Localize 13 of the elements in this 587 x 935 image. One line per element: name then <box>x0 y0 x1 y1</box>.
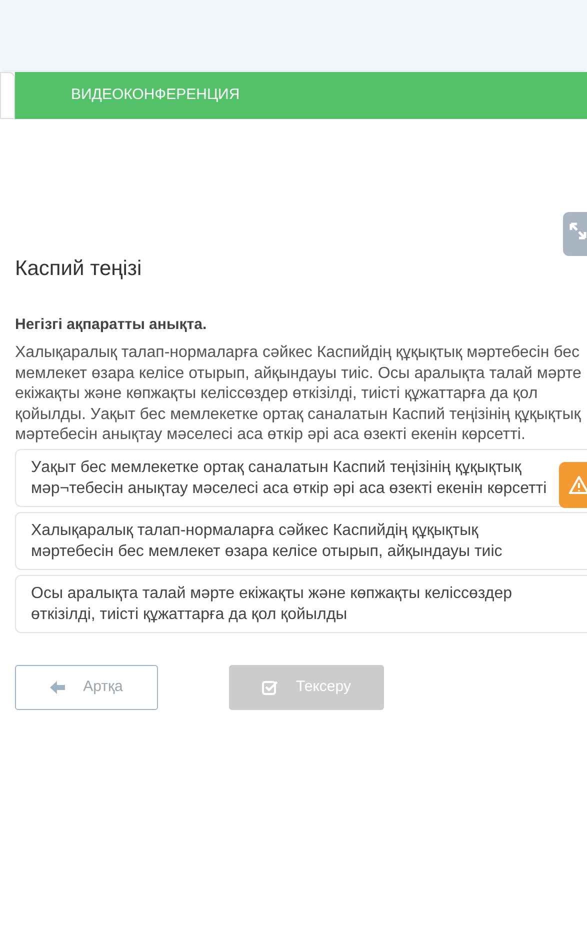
expand-icon <box>569 222 587 240</box>
passage-text: Халықаралық талап-нормаларға сәйкес Каспийдің құқықтық мәртебесін бес мемлекет өзара келісе отырып, айқындауы тиіс. Осы аралықта талай мәрте екіжақты және көпжақты келіссөздер өткізілді, тиісті құжаттарға да қол қойылды. Уақыт бес мемлекетке ортақ саналатын Каспий теңізінің құқықтық мәртебесін анықтау мәселесі аса өткір әрі аса өзекті екенін көрсетті. <box>15 343 582 445</box>
expand-button[interactable] <box>563 212 587 256</box>
arrow-left-icon <box>50 680 66 694</box>
page-title: Каспий теңізі <box>15 256 143 282</box>
tab[interactable] <box>0 72 15 119</box>
answer-option[interactable]: Халықаралық талап-нормаларға сәйкес Каспийдің құқықтық мәртебесін бес мемлекет өзара келісе отырып, айқындауы тиіс <box>15 512 587 570</box>
answer-option[interactable]: Уақыт бес мемлекетке ортақ саналатын Каспий теңізінің құқықтық мәр¬тебесін анықтау мәселесі аса өткір әрі аса өзекті екенін көрсетті <box>15 448 587 506</box>
answer-option[interactable]: Осы аралықта талай мәрте екіжақты және көпжақты келіссөздер өткізілді, тиісті құжаттарға да қол қойылды <box>15 574 587 632</box>
instruction: Негізгі ақпаратты анықта. <box>15 315 208 335</box>
warning-icon <box>569 476 587 494</box>
checkbox-icon <box>262 680 278 694</box>
section-title: ВИДЕОКОНФЕРЕНЦИЯ <box>71 85 240 106</box>
